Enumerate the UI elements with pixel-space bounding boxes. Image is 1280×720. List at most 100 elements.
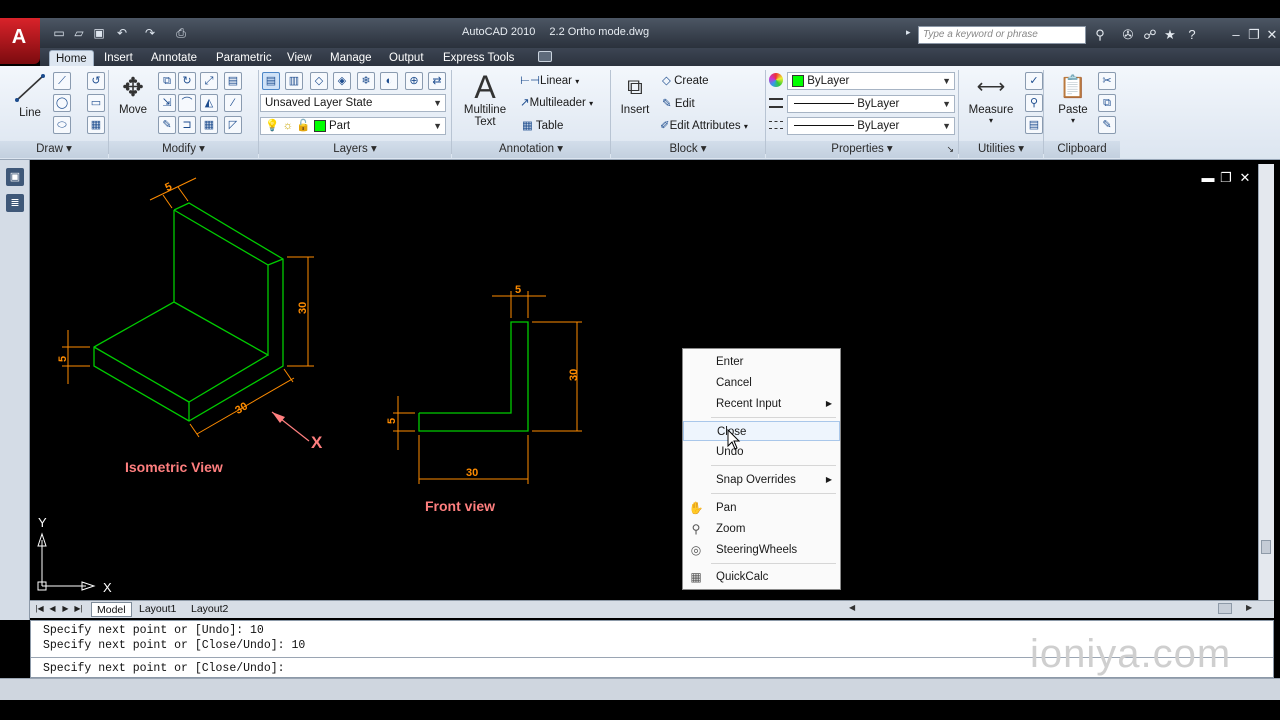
layer-off-icon[interactable]: ◐	[380, 72, 398, 90]
viewport-minimize-icon[interactable]: ▬	[1200, 170, 1216, 185]
cut-icon[interactable]: ✂	[1098, 72, 1116, 90]
polyline-icon[interactable]: ⟋	[53, 72, 71, 90]
help-icon[interactable]: ?	[1182, 25, 1202, 45]
layer-freeze-icon[interactable]: ❄	[357, 72, 375, 90]
erase-icon[interactable]: ✎	[158, 116, 176, 134]
dialog-launcher-icon[interactable]: ↘	[946, 141, 954, 158]
rectangle-icon[interactable]: ▭	[87, 94, 105, 112]
last-layout-icon[interactable]: ▶|	[72, 602, 85, 615]
tab-view[interactable]: View	[281, 50, 318, 67]
tab-parametric[interactable]: Parametric	[210, 50, 278, 67]
layer-iso-icon[interactable]: ◇	[310, 72, 328, 90]
new-icon[interactable]: ▭	[50, 24, 68, 42]
viewport-close-icon[interactable]: ✕	[1237, 170, 1253, 186]
layer-properties-icon[interactable]: ▤	[262, 72, 280, 90]
select-similar-icon[interactable]: ⚲	[1025, 94, 1043, 112]
scroll-left-icon[interactable]: ◀	[849, 603, 855, 612]
ribbon-minimize-icon[interactable]	[538, 51, 552, 62]
menu-item-enter[interactable]: Enter	[683, 352, 840, 372]
binoculars-icon[interactable]: ⚲	[1090, 25, 1110, 45]
tab-layout2[interactable]: Layout2	[186, 602, 233, 617]
tab-layout1[interactable]: Layout1	[134, 602, 181, 617]
open-icon[interactable]: ▱	[70, 24, 88, 42]
panel-title-modify[interactable]: Modify ▾	[109, 141, 258, 158]
panel-title-clipboard[interactable]: Clipboard	[1044, 141, 1120, 158]
command-prompt-input[interactable]: Specify next point or [Close/Undo]:	[43, 662, 285, 675]
tab-manage[interactable]: Manage	[324, 50, 378, 67]
move-button[interactable]: ✥ Move	[114, 72, 152, 116]
communication-center-icon[interactable]: ☍	[1140, 25, 1160, 45]
trim-icon[interactable]: ⁄	[224, 94, 242, 112]
menu-item-zoom[interactable]: ⚲ Zoom	[683, 519, 840, 539]
menu-item-undo[interactable]: Undo	[683, 442, 840, 462]
match-properties-icon[interactable]: ✎	[1098, 116, 1116, 134]
drawing-canvas[interactable]: 5 30 5 30 X Isometric View 5 30 5 30 Fro…	[30, 164, 1258, 600]
multileader-button[interactable]: ↗Multileader ▾	[520, 95, 593, 109]
menu-item-quickcalc[interactable]: ▦ QuickCalc	[683, 567, 840, 587]
application-menu-button[interactable]: A	[0, 18, 40, 64]
quickcalc-icon[interactable]: ▤	[1025, 116, 1043, 134]
color-dropdown[interactable]: ByLayer ▼	[787, 72, 955, 90]
array-icon[interactable]: ▤	[224, 72, 242, 90]
mirror-icon[interactable]: ◭	[200, 94, 218, 112]
panel-title-properties[interactable]: Properties ▾ ↘	[766, 141, 958, 158]
tab-output[interactable]: Output	[383, 50, 430, 67]
line-button[interactable]: Line	[12, 72, 48, 119]
layer-lock-icon[interactable]: ⊕	[405, 72, 423, 90]
next-layout-icon[interactable]: ▶	[59, 602, 72, 615]
ellipse-icon[interactable]: ⬭	[53, 116, 71, 134]
chamfer-icon[interactable]: ◸	[224, 116, 242, 134]
menu-item-pan[interactable]: ✋ Pan	[683, 498, 840, 518]
layer-states-icon[interactable]: ▥	[285, 72, 303, 90]
linear-dimension-button[interactable]: ⊢⊣Linear ▾	[520, 73, 579, 87]
first-layout-icon[interactable]: |◀	[33, 602, 46, 615]
paste-button[interactable]: 📋 Paste ▾	[1052, 72, 1094, 125]
panel-title-draw[interactable]: Draw ▾	[0, 141, 108, 158]
panel-title-block[interactable]: Block ▾	[611, 141, 765, 158]
tab-express-tools[interactable]: Express Tools	[437, 50, 520, 67]
redo-icon[interactable]: ↷	[141, 24, 159, 42]
layers-palette-icon[interactable]: ≣	[6, 194, 24, 212]
edit-block-button[interactable]: ✎ Edit	[662, 96, 695, 110]
rotate-icon[interactable]: ↻	[178, 72, 196, 90]
lineweight-dropdown[interactable]: ByLayer ▼	[787, 95, 955, 113]
copy-icon[interactable]: ⧉	[158, 72, 176, 90]
prev-layout-icon[interactable]: ◀	[46, 602, 59, 615]
minimize-icon[interactable]: –	[1226, 25, 1246, 45]
subscription-center-icon[interactable]: ✇	[1118, 25, 1138, 45]
multiline-text-button[interactable]: A Multiline Text	[458, 70, 512, 128]
arc-icon[interactable]: ↺	[87, 72, 105, 90]
layer-unisolate-icon[interactable]: ◈	[333, 72, 351, 90]
menu-item-cancel[interactable]: Cancel	[683, 373, 840, 393]
menu-item-snap-overrides[interactable]: Snap Overrides ▶	[683, 470, 840, 490]
viewport-restore-icon[interactable]: ❐	[1218, 170, 1234, 186]
search-input[interactable]: Type a keyword or phrase	[918, 26, 1086, 44]
menu-item-recent-input[interactable]: Recent Input ▶	[683, 394, 840, 414]
menu-item-steeringwheels[interactable]: ◎ SteeringWheels	[683, 540, 840, 560]
linetype-dropdown[interactable]: ByLayer ▼	[787, 117, 955, 135]
undo-icon[interactable]: ↶	[113, 24, 131, 42]
layer-dropdown[interactable]: 💡 ☼ 🔓 Part ▼	[260, 117, 446, 135]
quick-select-icon[interactable]: ✓	[1025, 72, 1043, 90]
panel-title-utilities[interactable]: Utilities ▾	[959, 141, 1043, 158]
tab-home[interactable]: Home	[49, 50, 94, 67]
tab-annotate[interactable]: Annotate	[145, 50, 203, 67]
table-button[interactable]: ▦ Table	[522, 118, 563, 132]
scale-icon[interactable]: ⤢	[200, 72, 218, 90]
panel-title-annotation[interactable]: Annotation ▾	[452, 141, 610, 158]
fillet-icon[interactable]: ⌒	[178, 94, 196, 112]
circle-icon[interactable]: ◯	[53, 94, 71, 112]
menu-item-close[interactable]: Close	[683, 421, 840, 441]
properties-palette-icon[interactable]: ▣	[6, 168, 24, 186]
offset-icon[interactable]: ⊐	[178, 116, 196, 134]
tab-insert[interactable]: Insert	[98, 50, 139, 67]
hatch-icon[interactable]: ▦	[87, 116, 105, 134]
save-icon[interactable]: ▣	[90, 24, 108, 42]
layer-match-icon[interactable]: ⇄	[428, 72, 446, 90]
stretch-icon[interactable]: ⇲	[158, 94, 176, 112]
search-expand-icon[interactable]: ▸	[906, 27, 911, 38]
scroll-right-icon[interactable]: ▶	[1246, 603, 1252, 612]
vertical-scroll-thumb[interactable]	[1261, 540, 1271, 554]
vertical-scrollbar[interactable]	[1258, 164, 1274, 600]
close-window-icon[interactable]: ✕	[1262, 25, 1280, 45]
